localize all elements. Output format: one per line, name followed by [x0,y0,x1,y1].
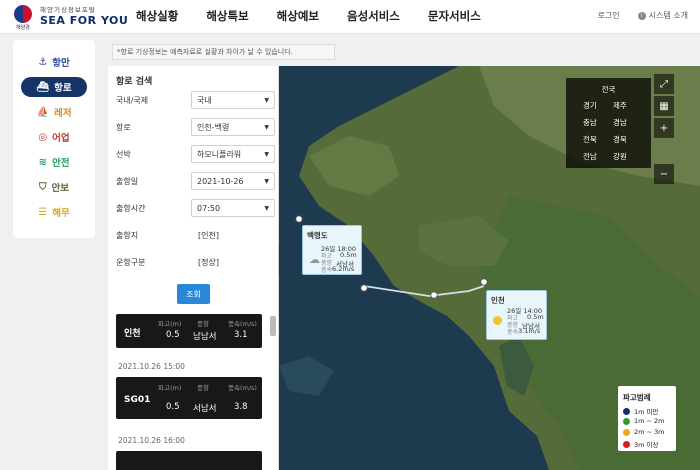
region-gangwon[interactable]: 강원 [613,151,627,162]
region-selector: 전국 경기 제주 충남 경남 전북 경북 전남 강원 [566,78,651,168]
nav-item-sms[interactable]: 문자서비스 [428,8,481,24]
map-view[interactable]: 전국 경기 제주 충남 경남 전북 경북 전남 강원 ⤢ ▦ + − 백령도 2… [279,66,700,470]
nav-item-warnings[interactable]: 해상특보 [206,8,248,24]
domestic-intl-select[interactable]: 국내 ▼ [191,91,275,109]
field-route: 항로 인천-백령 ▼ [116,117,276,137]
operation-status-value: [정상] [198,257,219,267]
field-operation-status: 운항구분 [정상] [116,257,219,267]
agency-name: 해양경 [16,24,30,31]
field-domestic-intl: 국내/국제 국내 ▼ [116,90,276,110]
caret-down-icon: ▼ [264,123,269,131]
forecast-card-sg01: 파고(m) 풍향 풍속(m/s) SG01 0.5 서남서 3.8 [116,377,262,419]
sidebar-item-port[interactable]: ⚓ 항만 [21,52,87,72]
zoom-out-icon[interactable]: − [654,164,674,184]
popup-incheon[interactable]: 인천 26일 14:00 파고 풍향 풍속 0.5m 남남서 3.1m/s [486,290,547,340]
popup-baekryeongdo[interactable]: 백령도 26일 18:00 ☁ 파고 풍향 풍속 0.5m 서남서 6.2m/s [302,225,362,275]
nav-item-voice[interactable]: 음성서비스 [347,8,400,24]
sidebar-item-fishery[interactable]: ◎ 어업 [21,127,87,147]
wind-direction: 서남서 [193,404,217,414]
route-select[interactable]: 인천-백령 ▼ [191,118,275,136]
panel-title: 항로 검색 [116,77,153,87]
legend-item: 1m 미만 [623,406,659,416]
sun-icon [493,316,502,325]
utility-links: 로그인 i 시스템 소개 [598,10,688,21]
route-search-panel: 항로 검색 국내/국제 국내 ▼ 항로 인천-백령 ▼ 선박 하모니플라워 ▼ 출항일… [108,66,279,470]
top-header: 해양경 해양기상정보포털 SEA FOR YOU 해상실황 해상특보 해상예보 … [0,0,700,34]
caret-down-icon: ▼ [264,177,269,185]
wind-speed: 3.1 [234,330,248,340]
sidebar-item-safety[interactable]: ≋ 안전 [21,152,87,172]
main-nav: 해상실황 해상특보 해상예보 음성서비스 문자서비스 [136,8,509,24]
nav-item-forecast[interactable]: 해상예보 [277,8,319,24]
wave-height: 0.5 [166,402,180,412]
forecast-card-incheon: 인천 파고(m) 풍향 풍속(m/s) 0.5 남남서 3.1 [116,314,262,348]
departure-port-value: [인천] [198,230,219,240]
legend-item: 2m ~ 3m [623,428,665,436]
sidebar-item-security[interactable]: ⛉ 안보 [21,177,87,197]
departure-time-select[interactable]: 07:50 ▼ [191,199,275,217]
fish-icon: ◎ [38,131,48,143]
sailboat-icon: ⛵ [36,106,49,118]
logo-subtitle: 해양기상정보포털 [40,6,96,14]
coast-guard-emblem-icon: 해양경 [12,4,34,31]
forecast-time: 2021.10.26 15:00 [118,362,185,371]
region-all[interactable]: 전국 [566,84,651,95]
forecast-card-next [116,451,262,470]
shield-icon: ⛉ [39,181,47,193]
fullscreen-icon[interactable]: ⤢ [654,74,674,94]
region-gyeongnam[interactable]: 경남 [613,117,627,128]
region-gyeonggi[interactable]: 경기 [583,100,597,111]
departure-date-select[interactable]: 2021-10-26 ▼ [191,172,275,190]
legend-item: 3m 이상 [623,439,659,449]
category-sidebar: ⚓ 항만 ⛴ 항로 ⛵ 레저 ◎ 어업 ≋ 안전 ⛉ 안보 ☰ 해무 [13,40,95,238]
region-jeonnam[interactable]: 전남 [583,151,597,162]
field-departure-port: 출항지 [인천] [116,230,219,240]
region-gyeongbuk[interactable]: 경북 [613,134,627,145]
panel-scrollbar[interactable] [270,316,276,336]
region-jeonbuk[interactable]: 전북 [583,134,597,145]
sidebar-item-leisure[interactable]: ⛵ 레저 [21,102,87,122]
system-intro-link[interactable]: 시스템 소개 [649,10,688,21]
sidebar-item-route[interactable]: ⛴ 항로 [21,77,87,97]
signal-icon: ≋ [38,156,47,168]
logo-title: SEA FOR YOU [40,14,129,27]
caret-down-icon: ▼ [264,204,269,212]
legend-item: 1m ~ 2m [623,417,665,425]
search-button[interactable]: 조회 [177,284,210,304]
forecast-notice: *항로 기상정보는 예측자료로 실황과 차이가 날 수 있습니다. [112,44,335,60]
login-link[interactable]: 로그인 [598,10,620,21]
caret-down-icon: ▼ [264,150,269,158]
sidebar-item-fog[interactable]: ☰ 해무 [21,202,87,222]
cloud-icon: ☁ [309,253,320,266]
station-name: 인천 [124,329,141,339]
ship-icon: ⛴ [36,81,50,93]
nav-item-live[interactable]: 해상실황 [136,8,178,24]
region-jeju[interactable]: 제주 [613,100,627,111]
field-departure-date: 출항일 2021-10-26 ▼ [116,171,276,191]
wind-direction: 남남서 [193,332,217,342]
ship-select[interactable]: 하모니플라워 ▼ [191,145,275,163]
site-logo[interactable]: 해양경 해양기상정보포털 SEA FOR YOU [12,4,129,31]
station-name: SG01 [124,395,151,405]
map-layer-icon[interactable]: ▦ [654,96,674,116]
info-icon: i [637,11,646,20]
region-chungnam[interactable]: 충남 [583,117,597,128]
field-ship: 선박 하모니플라워 ▼ [116,144,276,164]
caret-down-icon: ▼ [264,96,269,104]
zoom-in-icon[interactable]: + [654,118,674,138]
anchor-icon: ⚓ [38,56,48,68]
wave-height: 0.5 [166,330,180,340]
wind-speed: 3.8 [234,402,248,412]
fog-icon: ☰ [38,206,48,218]
field-departure-time: 출항시간 07:50 ▼ [116,198,276,218]
forecast-time: 2021.10.26 16:00 [118,436,185,445]
wave-height-legend: 파고범례 1m 미만 1m ~ 2m 2m ~ 3m 3m 이상 [618,386,676,451]
